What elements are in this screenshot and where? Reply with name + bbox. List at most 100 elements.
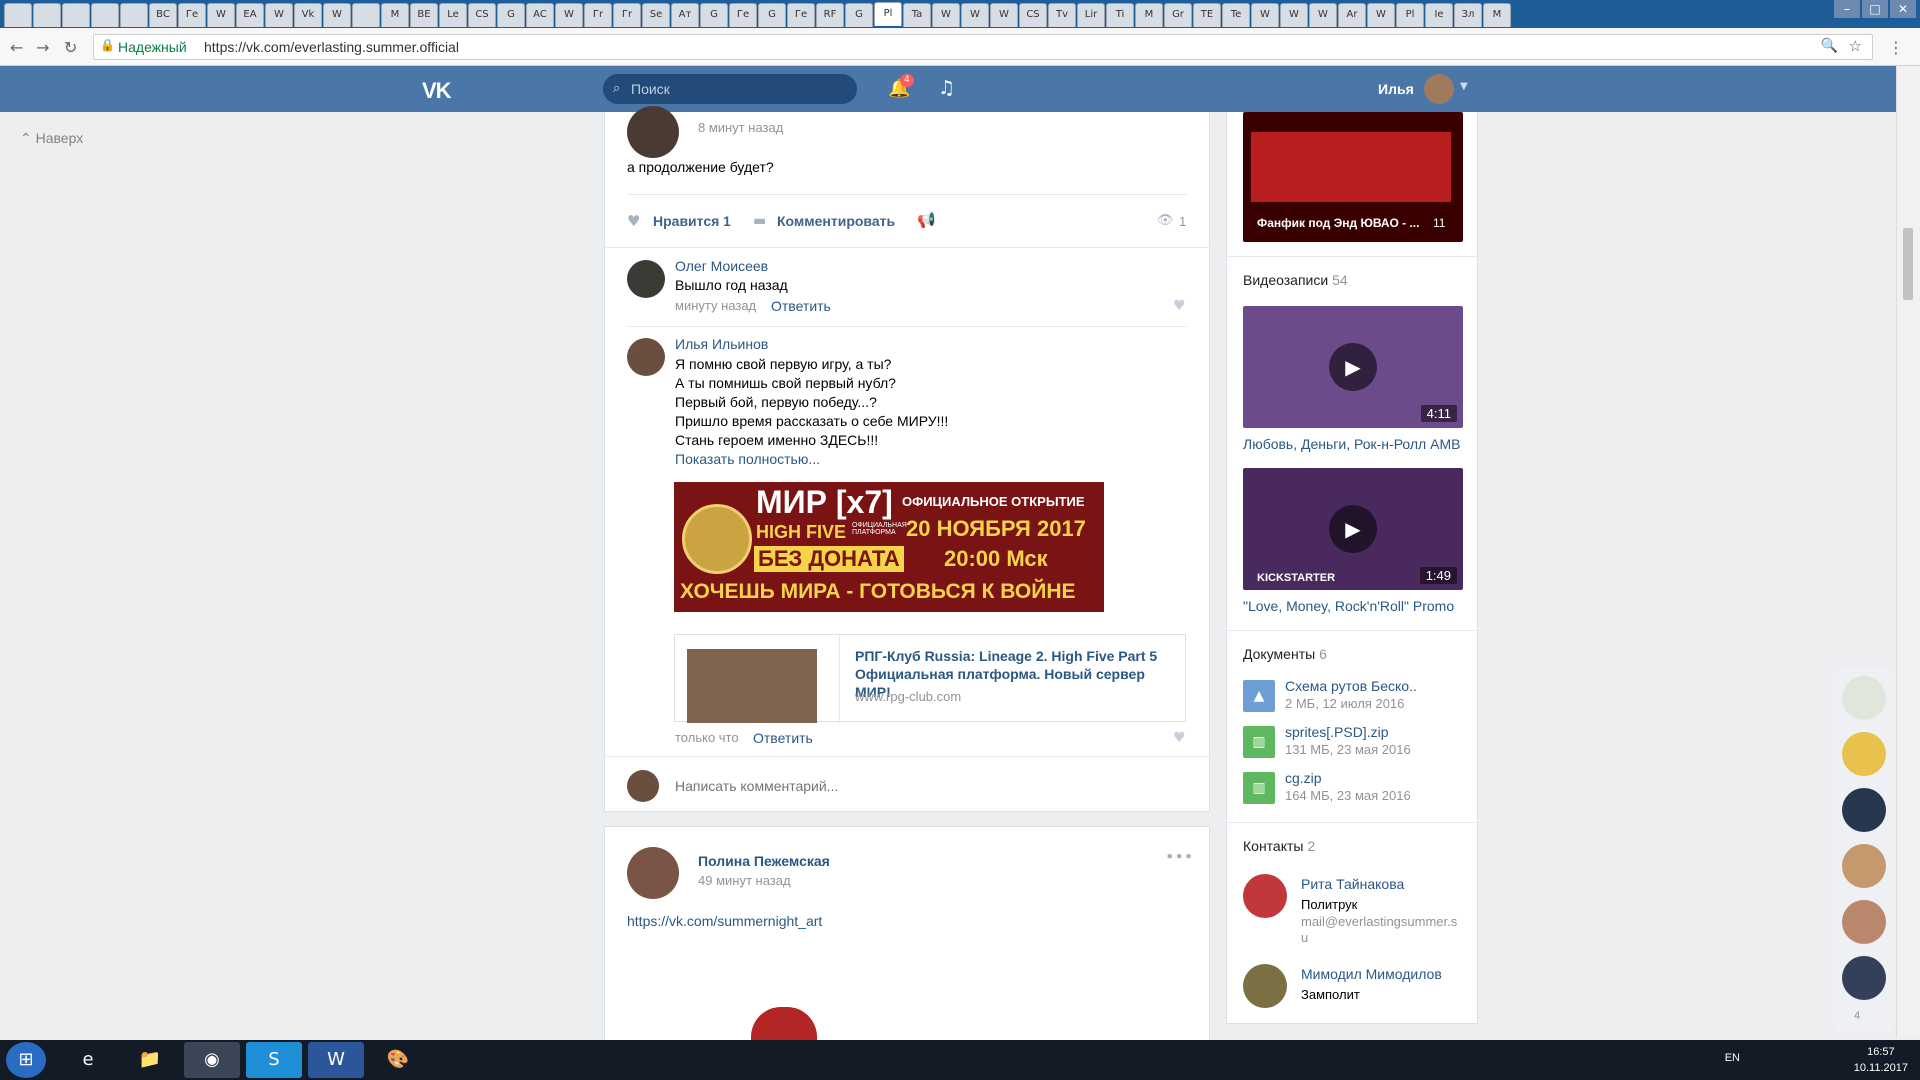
write-comment-input[interactable] bbox=[675, 776, 1175, 796]
ie-icon[interactable]: e bbox=[60, 1042, 116, 1078]
browser-tab[interactable]: TE bbox=[1193, 3, 1221, 27]
maximize-button[interactable]: □ bbox=[1862, 0, 1888, 18]
browser-tab[interactable]: W bbox=[265, 3, 293, 27]
browser-tab[interactable]: W bbox=[1280, 3, 1308, 27]
browser-tab[interactable] bbox=[120, 3, 148, 27]
video-thumbnail[interactable]: ▶ KICKSTARTER 1:49 bbox=[1243, 468, 1463, 590]
browser-tab[interactable]: Ta bbox=[903, 3, 931, 27]
chat-avatar[interactable] bbox=[1842, 844, 1886, 888]
url-text[interactable]: https://vk.com/everlasting.summer.offici… bbox=[204, 39, 459, 55]
video-thumbnail[interactable]: Фанфик под Энд ЮВАО - ... 11 bbox=[1243, 112, 1463, 242]
music-icon[interactable]: ♫ bbox=[938, 77, 955, 99]
archive-icon[interactable]: ▥ bbox=[1243, 726, 1275, 758]
reload-icon[interactable]: ↻ bbox=[64, 38, 77, 57]
minimize-button[interactable]: – bbox=[1834, 0, 1860, 18]
browser-tab[interactable] bbox=[4, 3, 32, 27]
close-window-button[interactable]: ✕ bbox=[1890, 0, 1916, 18]
browser-tab[interactable]: Le bbox=[439, 3, 467, 27]
comment-author-avatar[interactable] bbox=[627, 260, 665, 298]
system-clock[interactable]: 16:57 10.11.2017 bbox=[1854, 1044, 1908, 1076]
post-author[interactable]: Полина Пежемская bbox=[698, 853, 830, 869]
browser-tab[interactable]: Vk bbox=[294, 3, 322, 27]
video-title[interactable]: "Love, Money, Rock'n'Roll" Promo bbox=[1243, 598, 1454, 614]
browser-tab[interactable]: W bbox=[207, 3, 235, 27]
browser-tab[interactable]: W bbox=[1367, 3, 1395, 27]
chat-avatar[interactable] bbox=[1842, 732, 1886, 776]
doc-name[interactable]: cg.zip bbox=[1285, 770, 1322, 786]
browser-tab[interactable]: Tv bbox=[1048, 3, 1076, 27]
browser-tab[interactable]: Pl bbox=[1396, 3, 1424, 27]
header-avatar[interactable] bbox=[1424, 74, 1454, 104]
scrollbar-thumb[interactable] bbox=[1903, 228, 1913, 300]
comment-time[interactable]: только что bbox=[675, 730, 739, 745]
reply-link[interactable]: Ответить bbox=[771, 298, 831, 314]
browser-tab[interactable]: Pl bbox=[874, 2, 902, 26]
browser-tab[interactable]: Te bbox=[1222, 3, 1250, 27]
chat-avatar[interactable] bbox=[1842, 956, 1886, 1000]
contact-avatar[interactable] bbox=[1243, 964, 1287, 1008]
browser-tab[interactable] bbox=[91, 3, 119, 27]
browser-tab[interactable] bbox=[62, 3, 90, 27]
play-icon[interactable]: ▶ bbox=[1329, 343, 1377, 391]
browser-tab[interactable]: W bbox=[1309, 3, 1337, 27]
header-username[interactable]: Илья bbox=[1378, 81, 1414, 97]
video-thumbnail[interactable]: ▶ 4:11 bbox=[1243, 306, 1463, 428]
doc-name[interactable]: Схема рутов Беско.. bbox=[1285, 678, 1417, 694]
doc-name[interactable]: sprites[.PSD].zip bbox=[1285, 724, 1388, 740]
browser-tab[interactable]: CS bbox=[1019, 3, 1047, 27]
browser-tab[interactable]: M bbox=[1483, 3, 1511, 27]
browser-tab[interactable]: Se bbox=[642, 3, 670, 27]
reply-link[interactable]: Ответить bbox=[753, 730, 813, 746]
image-icon[interactable]: ▲ bbox=[1243, 680, 1275, 712]
comment-icon[interactable]: ▬ bbox=[753, 213, 766, 229]
chat-avatar[interactable] bbox=[1842, 788, 1886, 832]
browser-tab[interactable]: Гr bbox=[613, 3, 641, 27]
scroll-up-button[interactable]: ⌃ Наверх bbox=[20, 130, 83, 147]
browser-tab[interactable]: G bbox=[700, 3, 728, 27]
browser-tab[interactable]: Aт bbox=[671, 3, 699, 27]
more-menu-icon[interactable]: ••• bbox=[1165, 847, 1193, 866]
search-input[interactable] bbox=[631, 80, 841, 98]
browser-tab[interactable]: W bbox=[1251, 3, 1279, 27]
chat-online-count[interactable]: 4 bbox=[1854, 1010, 1860, 1022]
browser-tab[interactable]: ВС bbox=[149, 3, 177, 27]
browser-tab[interactable]: W bbox=[932, 3, 960, 27]
post-time[interactable]: 49 минут назад bbox=[698, 873, 791, 888]
archive-icon[interactable]: ▥ bbox=[1243, 772, 1275, 804]
chat-avatar[interactable] bbox=[1842, 676, 1886, 720]
post-author-avatar[interactable] bbox=[627, 106, 679, 158]
browser-tab[interactable]: Гr bbox=[584, 3, 612, 27]
browser-tab[interactable]: Ti bbox=[1106, 3, 1134, 27]
video-title[interactable]: Любовь, Деньги, Рок-н-Ролл AMB bbox=[1243, 436, 1460, 452]
browser-tab[interactable] bbox=[352, 3, 380, 27]
comment-time[interactable]: минуту назад bbox=[675, 298, 756, 313]
contact-name[interactable]: Мимодил Мимодилов bbox=[1301, 966, 1442, 982]
heart-icon[interactable]: ♥ bbox=[627, 212, 640, 230]
comment-author[interactable]: Илья Ильинов bbox=[675, 336, 768, 352]
chevron-down-icon[interactable]: ▼ bbox=[1460, 81, 1468, 92]
docs-title[interactable]: Документы 6 bbox=[1243, 646, 1327, 662]
browser-tab[interactable]: G bbox=[497, 3, 525, 27]
skype-icon[interactable]: S bbox=[246, 1042, 302, 1078]
browser-tab[interactable]: ВЕ bbox=[410, 3, 438, 27]
browser-tab[interactable]: CS bbox=[468, 3, 496, 27]
post-time[interactable]: 8 минут назад bbox=[698, 120, 783, 135]
word-icon[interactable]: W bbox=[308, 1042, 364, 1078]
vk-logo[interactable]: VK bbox=[422, 78, 452, 104]
browser-tab[interactable]: W bbox=[961, 3, 989, 27]
browser-tab[interactable]: AC bbox=[526, 3, 554, 27]
browser-tab[interactable]: Lir bbox=[1077, 3, 1105, 27]
browser-tab[interactable]: M bbox=[381, 3, 409, 27]
explorer-icon[interactable]: 📁 bbox=[122, 1042, 178, 1078]
browser-tab[interactable]: Зл bbox=[1454, 3, 1482, 27]
contact-avatar[interactable] bbox=[1243, 874, 1287, 918]
heart-icon[interactable]: ♥ bbox=[1173, 298, 1186, 314]
paint-icon[interactable]: 🎨 bbox=[370, 1042, 426, 1078]
bookmark-star-icon[interactable]: ☆ bbox=[1849, 37, 1862, 55]
browser-tab[interactable]: Ге bbox=[178, 3, 206, 27]
browser-tab[interactable]: Ie bbox=[1425, 3, 1453, 27]
browser-tab[interactable]: W bbox=[555, 3, 583, 27]
comment-label[interactable]: Комментировать bbox=[777, 213, 895, 229]
forward-icon[interactable]: → bbox=[36, 38, 49, 57]
link-snippet[interactable]: РПГ-Клуб Russia: Lineage 2. High Five Pa… bbox=[674, 634, 1186, 723]
